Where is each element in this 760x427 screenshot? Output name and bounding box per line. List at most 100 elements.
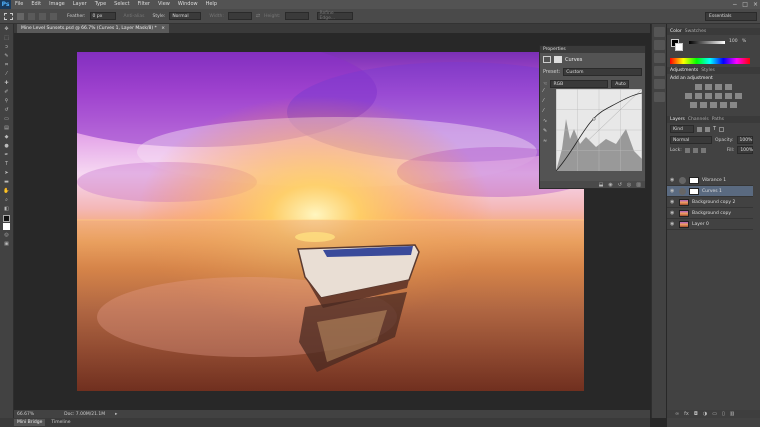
layer-style-icon[interactable]: fx <box>684 411 689 417</box>
view-previous-icon[interactable]: ◉ <box>608 182 612 188</box>
intersect-selection-icon[interactable] <box>50 12 57 20</box>
levels-icon[interactable] <box>705 84 712 90</box>
clone-stamp-icon[interactable]: ⚲ <box>2 98 12 105</box>
layer-name[interactable]: Curves 1 <box>702 189 722 194</box>
height-input[interactable] <box>284 12 309 20</box>
hue-saturation-icon[interactable] <box>695 93 702 99</box>
layer-row[interactable]: ◉ Vibrance 1 <box>667 175 753 186</box>
eyedropper-gray-icon[interactable]: ⁄ <box>543 98 551 104</box>
menu-filter[interactable]: Filter <box>134 0 154 9</box>
menu-view[interactable]: View <box>154 0 174 9</box>
dodge-tool-icon[interactable]: ● <box>2 143 12 150</box>
lasso-tool-icon[interactable]: ↄ <box>2 44 12 51</box>
tab-channels[interactable]: Channels <box>688 117 709 122</box>
properties-title[interactable]: Properties <box>540 46 645 53</box>
width-input[interactable] <box>227 12 252 20</box>
brush-panel-icon[interactable] <box>653 79 665 89</box>
layer-name[interactable]: Vibrance 1 <box>702 178 726 183</box>
layer-row-selected[interactable]: ◉ Curves 1 <box>667 186 753 197</box>
menu-help[interactable]: Help <box>202 0 221 9</box>
menu-edit[interactable]: Edit <box>27 0 45 9</box>
curves-adjust-icon[interactable] <box>715 84 722 90</box>
visibility-eye-icon[interactable]: ◉ <box>670 188 676 194</box>
character-panel-icon[interactable] <box>653 53 665 63</box>
auto-button[interactable]: Auto <box>611 80 630 88</box>
properties-panel-icon[interactable] <box>653 40 665 50</box>
preset-select[interactable]: Custom <box>563 68 642 76</box>
status-menu-arrow-icon[interactable]: ▸ <box>115 412 117 417</box>
background-color-swatch[interactable] <box>675 43 683 51</box>
gradient-tool-icon[interactable]: ▤ <box>2 125 12 132</box>
tab-layers[interactable]: Layers <box>670 117 685 122</box>
marquee-tool-icon[interactable] <box>4 12 13 20</box>
curves-graph[interactable] <box>556 89 642 171</box>
menu-image[interactable]: Image <box>45 0 69 9</box>
layer-name[interactable]: Background copy 2 <box>692 200 735 205</box>
curve-point-icon[interactable]: ∿ <box>543 118 551 124</box>
color-slider[interactable] <box>689 41 725 44</box>
background-color-swatch[interactable] <box>3 223 10 230</box>
lock-all-icon[interactable] <box>700 147 706 153</box>
layer-name[interactable]: Layer 0 <box>692 222 709 227</box>
tab-timeline[interactable]: Timeline <box>48 419 73 426</box>
menu-select[interactable]: Select <box>110 0 133 9</box>
gradient-map-icon[interactable] <box>720 102 727 108</box>
lock-pixels-icon[interactable] <box>684 147 690 153</box>
channel-select[interactable]: RGB <box>550 80 609 88</box>
path-select-icon[interactable]: ➤ <box>2 170 12 177</box>
marquee-tool-icon[interactable]: ⬚ <box>2 35 12 42</box>
color-slider-value[interactable]: 100 <box>729 39 738 44</box>
new-group-icon[interactable]: ▭ <box>712 411 717 417</box>
hand-tool-icon[interactable]: ✋ <box>2 188 12 195</box>
layer-row[interactable]: ◉ Background copy <box>667 208 753 219</box>
reset-icon[interactable]: ↺ <box>618 182 622 188</box>
refine-edge-button[interactable]: Refine Edge... <box>316 11 353 21</box>
tab-styles[interactable]: Styles <box>701 68 715 73</box>
link-layers-icon[interactable]: ∞ <box>675 411 679 417</box>
filter-pixel-icon[interactable] <box>697 126 702 132</box>
shape-tool-icon[interactable]: ▬ <box>2 179 12 186</box>
layer-mask-thumbnail[interactable] <box>689 176 699 184</box>
delete-layer-icon[interactable]: ▥ <box>730 411 735 417</box>
healing-brush-icon[interactable]: ✚ <box>2 80 12 87</box>
visibility-eye-icon[interactable]: ◉ <box>670 177 676 183</box>
visibility-eye-icon[interactable]: ◉ <box>670 199 676 205</box>
eraser-tool-icon[interactable]: ▭ <box>2 116 12 123</box>
paragraph-panel-icon[interactable] <box>653 66 665 76</box>
vibrance-icon[interactable] <box>685 93 692 99</box>
visibility-eye-icon[interactable]: ◉ <box>670 210 676 216</box>
tab-mini-bridge[interactable]: Mini Bridge <box>14 419 46 426</box>
layer-kind-select[interactable]: Kind <box>670 125 694 133</box>
selective-color-icon[interactable] <box>730 102 737 108</box>
close-icon[interactable]: × <box>161 26 165 31</box>
threshold-icon[interactable] <box>710 102 717 108</box>
pen-tool-icon[interactable]: ✒ <box>2 152 12 159</box>
delete-icon[interactable]: ▥ <box>636 182 641 188</box>
quick-select-icon[interactable]: ✎ <box>2 53 12 60</box>
brightness-icon[interactable] <box>695 84 702 90</box>
hand-adjust-icon[interactable]: ☜ <box>543 81 547 87</box>
filter-type-icon[interactable]: T <box>713 126 716 132</box>
move-tool-icon[interactable]: ✥ <box>2 26 12 33</box>
eyedropper-black-icon[interactable]: ⁄ <box>543 88 551 94</box>
tab-color[interactable]: Color <box>670 29 682 34</box>
layer-mask-thumbnail[interactable] <box>689 187 699 195</box>
menu-layer[interactable]: Layer <box>69 0 91 9</box>
document-tab[interactable]: Mine Level Sunsets.psd @ 66.7% (Curves 1… <box>17 24 169 33</box>
tab-paths[interactable]: Paths <box>712 117 724 122</box>
new-adjustment-icon[interactable]: ◑ <box>703 411 707 417</box>
layer-row[interactable]: ◉ Background copy 2 <box>667 197 753 208</box>
layer-thumbnail[interactable] <box>679 198 689 206</box>
blur-tool-icon[interactable]: ◆ <box>2 134 12 141</box>
fill-input[interactable]: 100% <box>737 146 754 154</box>
tab-adjustments[interactable]: Adjustments <box>670 68 698 73</box>
new-layer-icon[interactable]: ▯ <box>722 411 725 417</box>
document-image[interactable] <box>77 52 584 391</box>
style-select[interactable]: Normal <box>169 12 202 20</box>
eyedropper-white-icon[interactable]: ⁄ <box>543 108 551 114</box>
close-icon[interactable]: × <box>753 0 758 9</box>
color-spectrum[interactable] <box>670 58 750 64</box>
clip-icon[interactable]: ⬓ <box>599 182 604 188</box>
eyedropper-icon[interactable]: ⁄ <box>2 71 12 78</box>
foreground-color-swatch[interactable] <box>3 215 10 222</box>
